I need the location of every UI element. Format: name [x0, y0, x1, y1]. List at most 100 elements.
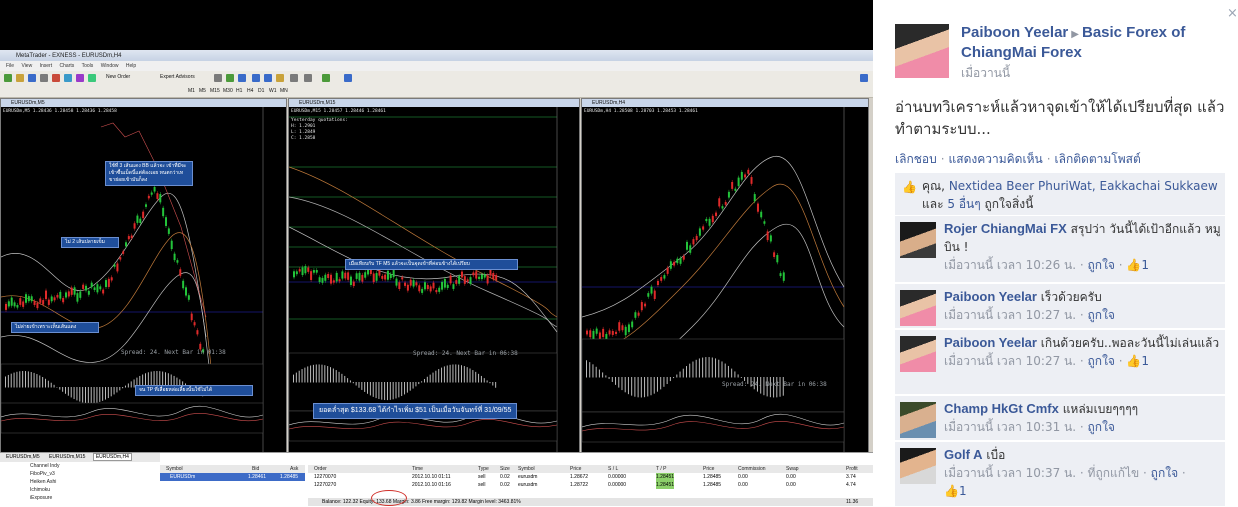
- comment-like-count[interactable]: 👍1: [944, 484, 967, 498]
- candle-body: [776, 255, 779, 263]
- comment-time[interactable]: เมื่อวานนี้ เวลา 10:31 น.: [944, 420, 1076, 434]
- candle-body: [90, 282, 93, 288]
- unlike-link[interactable]: เลิกชอบ: [895, 152, 937, 166]
- macd-bar: [27, 371, 29, 388]
- commenter-avatar[interactable]: [900, 336, 936, 372]
- candle-body: [119, 257, 122, 260]
- candle-body: [492, 273, 495, 280]
- market-watch-row: EURUSDm 1.28461 1.28485: [160, 473, 305, 481]
- comment-like-link[interactable]: ถูกใจ: [1088, 308, 1115, 322]
- comment-meta: เมื่อวานนี้ เวลา 10:37 น. · ที่ถูกแก้ไข …: [944, 466, 1186, 498]
- candle-body: [478, 276, 481, 279]
- mt-navigator: Channel Indy FiboPiv_v3 Heiken Ashi Ichi…: [0, 462, 160, 507]
- comment-text: เบื่อ: [986, 448, 1006, 462]
- mt-toolbar-icon: [276, 74, 284, 82]
- comment-link[interactable]: แสดงความคิดเห็น: [949, 152, 1043, 166]
- candle-body: [125, 242, 127, 247]
- likes-text: คุณ, Nextidea Beer PhuriWat, Eakkachai S…: [922, 177, 1222, 213]
- commenter-name[interactable]: Rojer ChiangMai FX: [944, 221, 1067, 236]
- macd-bar: [327, 366, 329, 383]
- commenter-name[interactable]: Golf A: [944, 447, 983, 462]
- macd-bar: [122, 387, 124, 389]
- mt-chart-tabs: EURUSDm,M5 EURUSDm,M15 EURUSDm,H4: [0, 453, 160, 462]
- candle-body: [50, 296, 53, 302]
- column-header: Time: [412, 466, 423, 472]
- mt-toolbar-icon: [860, 74, 868, 82]
- macd-bar: [731, 368, 733, 378]
- close-icon[interactable]: ×: [1227, 7, 1238, 20]
- mt-toolbar-icon: [322, 74, 330, 82]
- commenter-avatar[interactable]: [900, 402, 936, 438]
- commenter-avatar[interactable]: [900, 448, 936, 484]
- macd-bar: [634, 377, 636, 397]
- candle-body: [705, 218, 708, 222]
- candle-body: [33, 301, 36, 305]
- commenter-avatar[interactable]: [900, 290, 936, 326]
- post-timestamp[interactable]: เมื่อวานนี้: [961, 64, 1010, 83]
- candle-body: [404, 282, 407, 286]
- commenter-avatar[interactable]: [900, 222, 936, 258]
- macd-bar: [489, 382, 491, 384]
- commenter-name[interactable]: Paiboon Yeelar: [944, 335, 1037, 350]
- macd-bar: [19, 371, 21, 388]
- comment-time[interactable]: เมื่อวานนี้ เวลา 10:27 น.: [944, 354, 1076, 368]
- candle-body: [93, 287, 96, 291]
- other-likers-link[interactable]: 5 อื่นๆ: [947, 197, 980, 211]
- macd-bar: [398, 382, 400, 398]
- macd-bar: [702, 357, 704, 378]
- mt-timeframe-button: M1: [188, 88, 195, 94]
- poster-name-link[interactable]: Paiboon Yeelar: [961, 24, 1068, 41]
- candle-body: [42, 300, 45, 305]
- comment-edited-link[interactable]: ที่ถูกแก้ไข: [1088, 466, 1140, 480]
- commenter-name[interactable]: Champ HkGt Cmfx: [944, 401, 1059, 416]
- candle-body: [766, 231, 769, 241]
- candle-body: [666, 267, 669, 274]
- candle-body: [737, 177, 740, 187]
- comment-time[interactable]: เมื่อวานนี้ เวลา 10:37 น.: [944, 466, 1076, 480]
- macd-bar: [347, 378, 349, 383]
- like-count: 1: [1141, 258, 1149, 272]
- macd-bar: [113, 387, 115, 395]
- comment-like-link[interactable]: ถูกใจ: [1151, 466, 1178, 480]
- likers-link[interactable]: Nextidea Beer PhuriWat, Eakkachai Sukkae…: [949, 179, 1218, 193]
- comment-like-link[interactable]: ถูกใจ: [1088, 354, 1115, 368]
- macd-bar: [692, 361, 694, 378]
- comment-like-count[interactable]: 👍1: [1126, 354, 1149, 368]
- comment-text: เร็วด้วยครับ: [1040, 290, 1102, 304]
- unfollow-post-link[interactable]: เลิกติดตามโพสต์: [1055, 152, 1141, 166]
- candle-body: [698, 228, 701, 236]
- macd-bar: [605, 375, 607, 378]
- comment: Golf A เบื่อ เมื่อวานนี้ เวลา 10:37 น. ·…: [895, 442, 1225, 506]
- mt-toolbar-icon: [52, 74, 60, 82]
- macd-bar: [67, 387, 69, 396]
- comment-like-count[interactable]: 👍1: [1126, 258, 1149, 272]
- poster-avatar[interactable]: [895, 24, 949, 78]
- post-photo[interactable]: MetaTrader - EXNESS - EURUSDm,H4 File Vi…: [0, 0, 873, 507]
- mt-toolbar-icon: [344, 74, 352, 82]
- macd-bar: [321, 364, 323, 383]
- macd-bar: [682, 368, 684, 378]
- macd-bar: [344, 375, 346, 383]
- table-cell: 0.00: [786, 474, 796, 480]
- mt-menu-item: View: [21, 63, 33, 69]
- column-header: Type: [478, 466, 489, 472]
- comment-time[interactable]: เมื่อวานนี้ เวลา 10:26 น.: [944, 258, 1076, 272]
- candle-body: [79, 291, 82, 298]
- table-cell: 0.02: [500, 474, 510, 480]
- candle-body: [744, 174, 747, 178]
- comment-time[interactable]: เมื่อวานนี้ เวลา 10:27 น.: [944, 308, 1076, 322]
- navigator-item: Heiken Ashi: [30, 479, 57, 485]
- table-cell: 0.02: [500, 482, 510, 488]
- macd-bar: [384, 382, 386, 401]
- candle-body: [145, 204, 147, 207]
- commenter-name[interactable]: Paiboon Yeelar: [944, 289, 1037, 304]
- candle-body: [486, 275, 489, 284]
- candle-body: [763, 221, 766, 224]
- comment-like-link[interactable]: ถูกใจ: [1088, 258, 1115, 272]
- macd-bar: [116, 387, 118, 393]
- candle-body: [85, 285, 87, 291]
- table-cell: eurusdm: [518, 482, 538, 488]
- mt-toolbar: New Order Expert Advisors: [0, 71, 873, 86]
- chart-annotation: เมื่อเทียบกับ TF M5 แล้วจะเป็นจุดเข้าที่…: [345, 259, 518, 270]
- comment-like-link[interactable]: ถูกใจ: [1088, 420, 1115, 434]
